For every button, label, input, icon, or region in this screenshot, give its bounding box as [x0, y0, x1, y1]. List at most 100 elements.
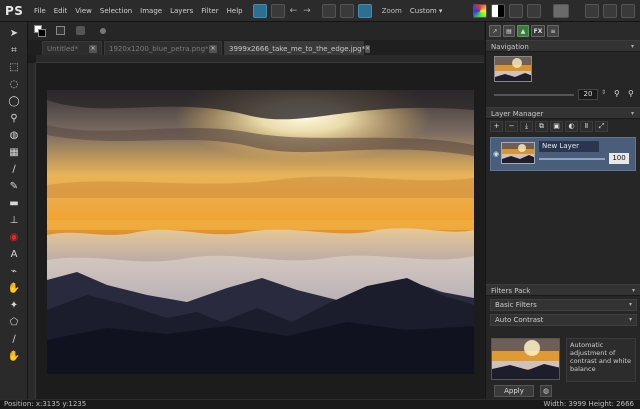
navigation-title: Navigation: [491, 43, 529, 51]
filter-category-select[interactable]: Basic Filters ▾: [490, 299, 637, 311]
layer-item[interactable]: ◉ New Layer 100: [490, 137, 636, 171]
camera-icon[interactable]: [585, 3, 599, 18]
filters-pack-panel: Basic Filters ▾ Auto Contrast ▾ Automati…: [486, 296, 640, 397]
zoom-value-input[interactable]: 20: [578, 89, 598, 100]
gradient-tool-icon[interactable]: ▦: [6, 146, 22, 160]
bucket-tool-icon[interactable]: ◍: [6, 129, 22, 143]
contrast-icon[interactable]: [491, 3, 505, 18]
merge-down-icon[interactable]: ⤓: [520, 120, 533, 132]
close-icon[interactable]: ×: [365, 44, 371, 53]
vertical-ruler: [28, 63, 36, 399]
ellipse-select-icon[interactable]: ◌: [6, 78, 22, 92]
panel-tab-layers-icon[interactable]: ▤: [503, 25, 515, 37]
menu-image[interactable]: Image: [136, 7, 166, 15]
eyedropper-tool-icon[interactable]: ∕: [6, 333, 22, 347]
blur-tool-icon[interactable]: ✋: [6, 282, 22, 296]
red-eye-tool-icon[interactable]: ◉: [6, 231, 22, 245]
menu-file[interactable]: File: [30, 7, 50, 15]
layer-opacity-value[interactable]: 100: [609, 153, 629, 164]
swap-colors-icon[interactable]: [56, 26, 65, 35]
zoom-slider[interactable]: [494, 94, 574, 96]
canvas-image[interactable]: [47, 90, 474, 374]
eraser-tool-icon[interactable]: ▬: [6, 197, 22, 211]
grid-icon[interactable]: [357, 3, 372, 18]
menu-view[interactable]: View: [71, 7, 96, 15]
canvas-area[interactable]: [28, 55, 484, 399]
filter-select[interactable]: Auto Contrast ▾: [490, 314, 637, 326]
background-color-swatch[interactable]: [38, 29, 46, 37]
history-icon[interactable]: [270, 3, 285, 18]
filter-category-value: Basic Filters: [495, 301, 537, 309]
globe-icon[interactable]: ◍: [540, 385, 552, 397]
tab-blue-petra[interactable]: 1920x1200_blue_petra.png* ×: [104, 41, 222, 55]
fit-screen-icon[interactable]: [321, 3, 336, 18]
panel-tab-histogram-icon[interactable]: ▲: [517, 25, 529, 37]
expand-layers-icon[interactable]: ⤢: [595, 120, 608, 132]
color-wheel-icon[interactable]: [473, 3, 487, 18]
panel-tab-bar: ↗ ▤ ▲ FX ≡: [486, 22, 640, 40]
redo-icon[interactable]: →: [303, 6, 311, 16]
smudge-tool-icon[interactable]: ✦: [6, 299, 22, 313]
menu-selection[interactable]: Selection: [96, 7, 136, 15]
visibility-eye-icon[interactable]: ◉: [493, 150, 499, 158]
apply-button[interactable]: Apply: [494, 385, 534, 397]
layer-mask-icon[interactable]: ◐: [565, 120, 578, 132]
magic-wand-icon[interactable]: ⚲: [6, 112, 22, 126]
cursor-position: Position: x:3135 y:1235: [4, 400, 87, 408]
zoom-spinner-icon[interactable]: ⇕: [601, 89, 606, 96]
options-bar: [28, 22, 484, 40]
add-layer-icon[interactable]: +: [490, 120, 503, 132]
menu-layers[interactable]: Layers: [166, 7, 197, 15]
transform-icon[interactable]: [252, 3, 267, 18]
pencil-tool-icon[interactable]: ✎: [6, 180, 22, 194]
zoom-out-icon[interactable]: ⚲: [614, 89, 620, 98]
layer-toolbar: + − ⤓ ⧉ ▣ ◐ Ⅱ ⤢: [486, 119, 640, 133]
filters-pack-header[interactable]: Filters Pack ▾: [486, 284, 640, 296]
tab-take-me-to-the-edge[interactable]: 3999x2666_take_me_to_the_edge.jpg* ×: [224, 41, 371, 55]
menu-filter[interactable]: Filter: [197, 7, 222, 15]
undo-icon[interactable]: ←: [290, 6, 298, 16]
grayscale-icon[interactable]: [509, 3, 523, 18]
navigation-thumbnail[interactable]: [494, 56, 532, 82]
tab-untitled[interactable]: Untitled* ×: [42, 41, 102, 55]
menu-edit[interactable]: Edit: [50, 7, 72, 15]
brush-tool-icon[interactable]: ∕: [6, 163, 22, 177]
image-icon[interactable]: [527, 3, 541, 18]
layer-name[interactable]: New Layer: [539, 141, 599, 152]
hand-tool-icon[interactable]: ✋: [6, 350, 22, 364]
option-toggle-icon[interactable]: [76, 26, 85, 35]
close-icon[interactable]: ×: [89, 44, 97, 53]
layer-manager-header[interactable]: Layer Manager ▾: [486, 107, 640, 119]
shape-tool-icon[interactable]: ⬠: [6, 316, 22, 330]
settings-dot-icon[interactable]: [100, 28, 106, 34]
actual-size-icon[interactable]: [339, 3, 354, 18]
panel-tab-navigator-icon[interactable]: ↗: [489, 25, 501, 37]
zoom-select[interactable]: Custom ▾: [405, 6, 447, 15]
sharpen-tool-icon[interactable]: ⌁: [6, 265, 22, 279]
zoom-in-icon[interactable]: ⚲: [628, 89, 634, 98]
panel-tab-fx-icon[interactable]: FX: [531, 25, 545, 37]
layer-opacity-slider[interactable]: [539, 158, 605, 160]
zoom-label: Zoom: [381, 6, 402, 15]
crop-tool-icon[interactable]: ⌗: [6, 44, 22, 58]
share-icon[interactable]: [603, 3, 617, 18]
layer-properties-icon[interactable]: Ⅱ: [580, 120, 593, 132]
move-tool-icon[interactable]: ➤: [6, 27, 22, 41]
layer-thumbnail: [501, 142, 535, 164]
text-tool-icon[interactable]: A: [6, 248, 22, 262]
stamp-tool-icon[interactable]: ⊥: [6, 214, 22, 228]
status-bar: Position: x:3135 y:1235 Width: 3999 Heig…: [0, 399, 640, 409]
collapse-icon[interactable]: ▾: [631, 108, 634, 120]
lock-layer-icon[interactable]: ▣: [550, 120, 563, 132]
lasso-tool-icon[interactable]: ◯: [6, 95, 22, 109]
remove-layer-icon[interactable]: −: [505, 120, 518, 132]
marquee-tool-icon[interactable]: ⬚: [6, 61, 22, 75]
fullscreen-icon[interactable]: [621, 3, 635, 18]
duplicate-layer-icon[interactable]: ⧉: [535, 120, 548, 132]
menu-help[interactable]: Help: [223, 7, 247, 15]
close-icon[interactable]: ×: [209, 44, 217, 53]
filter-value: Auto Contrast: [495, 316, 544, 324]
monitor-icon[interactable]: [553, 3, 569, 18]
navigation-panel-header[interactable]: Navigation ▾: [486, 40, 640, 52]
panel-tab-info-icon[interactable]: ≡: [547, 25, 559, 37]
